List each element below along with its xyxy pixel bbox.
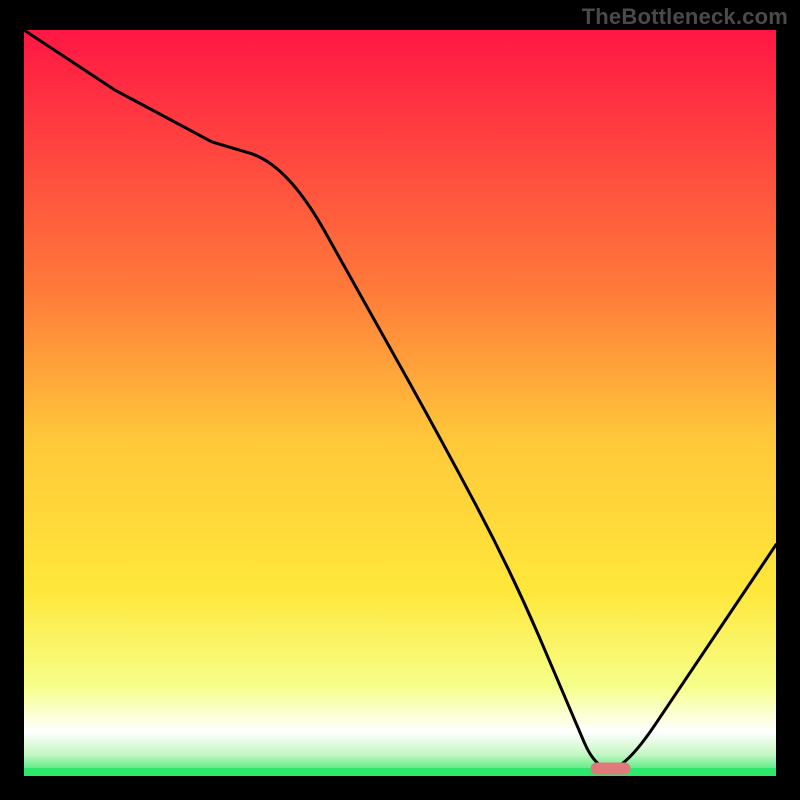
gradient-rect <box>24 30 776 776</box>
green-floor <box>24 768 776 776</box>
plot-area <box>24 30 776 776</box>
chart-container: TheBottleneck.com <box>0 0 800 800</box>
watermark-text: TheBottleneck.com <box>582 4 788 30</box>
chart-svg <box>24 30 776 776</box>
optimal-marker <box>591 763 631 775</box>
